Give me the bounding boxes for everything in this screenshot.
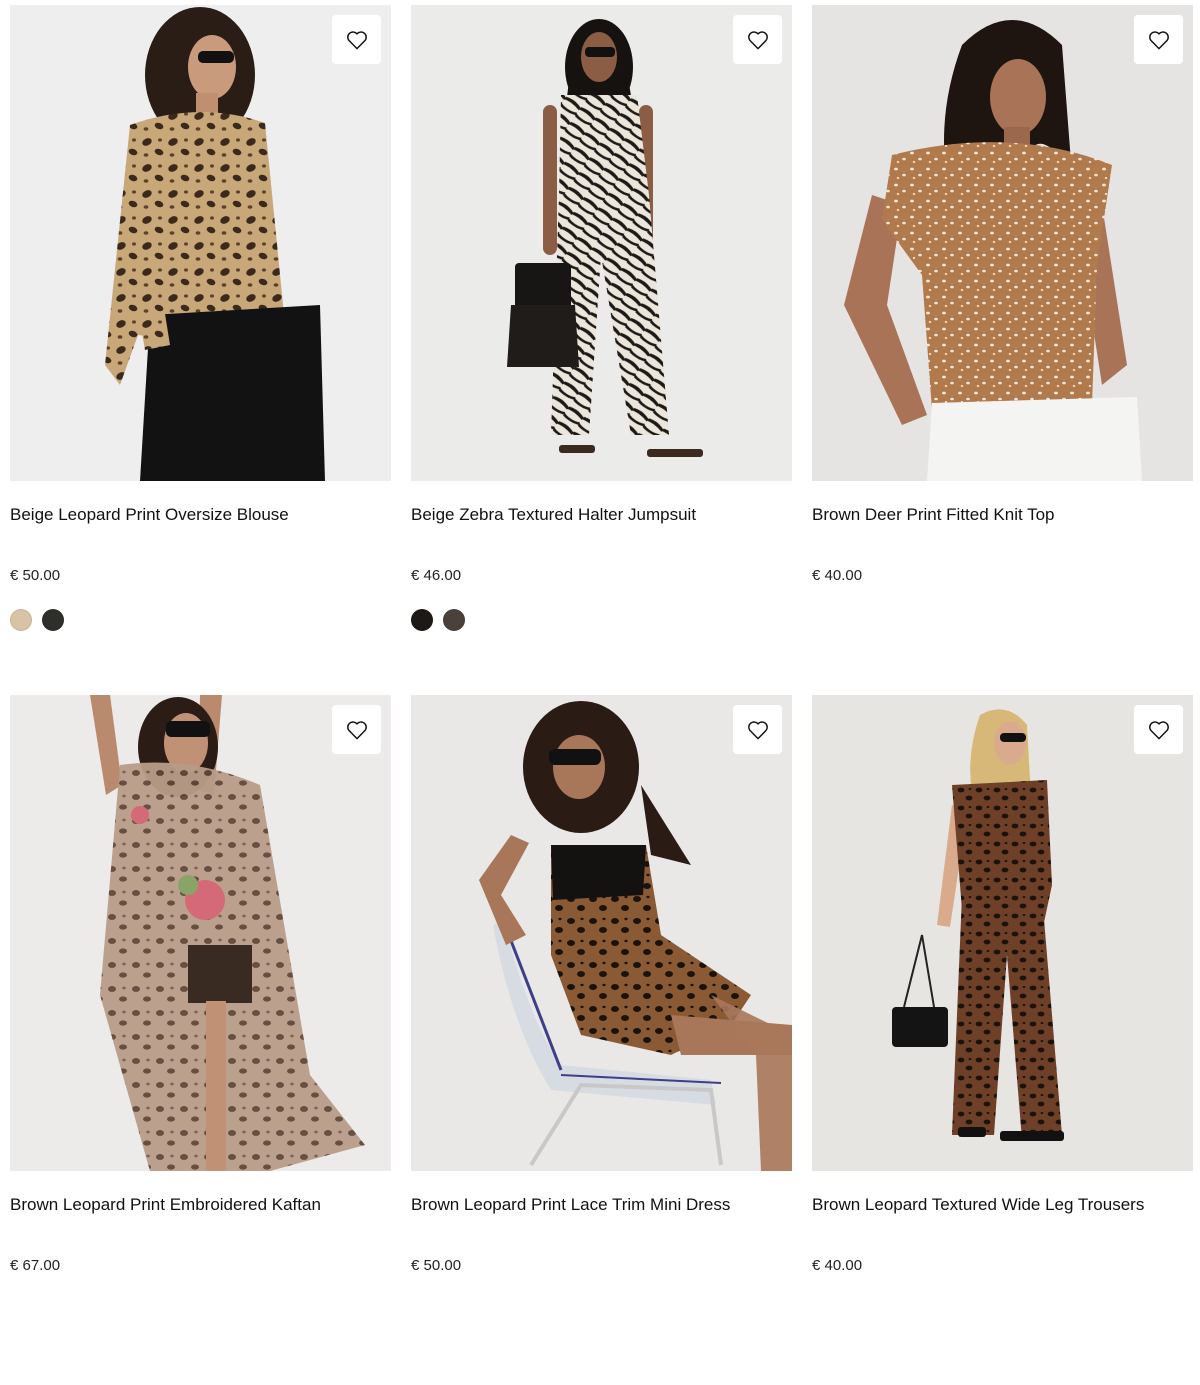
product-photo — [10, 5, 391, 481]
product-price: € 67.00 — [10, 1257, 61, 1274]
product-image[interactable] — [411, 695, 792, 1171]
product-image[interactable] — [812, 695, 1193, 1171]
product-title[interactable]: Brown Deer Print Fitted Knit Top — [812, 505, 1055, 525]
color-swatch[interactable] — [42, 609, 64, 631]
wishlist-button[interactable] — [733, 705, 782, 754]
wishlist-button[interactable] — [1134, 705, 1183, 754]
product-price: € 40.00 — [812, 1257, 863, 1274]
product-price: € 50.00 — [10, 567, 61, 584]
product-card: Brown Leopard Print Lace Trim Mini Dress… — [411, 695, 792, 1385]
color-swatch[interactable] — [10, 609, 32, 631]
product-title[interactable]: Beige Zebra Textured Halter Jumpsuit — [411, 505, 696, 525]
heart-outline-icon — [346, 30, 367, 49]
wishlist-button[interactable] — [733, 15, 782, 64]
heart-outline-icon — [346, 720, 367, 739]
product-title[interactable]: Brown Leopard Print Embroidered Kaftan — [10, 1195, 321, 1215]
product-photo — [411, 5, 792, 481]
product-price: € 50.00 — [411, 1257, 462, 1274]
product-card: Brown Deer Print Fitted Knit Top € 40.00 — [812, 5, 1193, 695]
product-price: € 46.00 — [411, 567, 462, 584]
product-photo — [411, 695, 792, 1171]
product-price: € 40.00 — [812, 567, 863, 584]
color-swatch[interactable] — [443, 609, 465, 631]
product-card: Beige Leopard Print Oversize Blouse € 50… — [10, 5, 391, 695]
heart-outline-icon — [1148, 720, 1169, 739]
product-image[interactable] — [812, 5, 1193, 481]
color-swatch[interactable] — [411, 609, 433, 631]
wishlist-button[interactable] — [332, 15, 381, 64]
product-title[interactable]: Brown Leopard Textured Wide Leg Trousers — [812, 1195, 1144, 1215]
heart-outline-icon — [747, 720, 768, 739]
product-title[interactable]: Brown Leopard Print Lace Trim Mini Dress — [411, 1195, 730, 1215]
heart-outline-icon — [1148, 30, 1169, 49]
product-card: Brown Leopard Print Embroidered Kaftan €… — [10, 695, 391, 1385]
product-grid: Beige Leopard Print Oversize Blouse € 50… — [10, 5, 1194, 1385]
product-card: Brown Leopard Textured Wide Leg Trousers… — [812, 695, 1193, 1385]
product-photo — [812, 695, 1193, 1171]
product-image[interactable] — [10, 5, 391, 481]
product-title[interactable]: Beige Leopard Print Oversize Blouse — [10, 505, 289, 525]
product-photo — [10, 695, 391, 1171]
product-photo — [812, 5, 1193, 481]
wishlist-button[interactable] — [332, 705, 381, 754]
product-image[interactable] — [10, 695, 391, 1171]
wishlist-button[interactable] — [1134, 15, 1183, 64]
color-swatches — [10, 609, 64, 631]
product-card: Beige Zebra Textured Halter Jumpsuit € 4… — [411, 5, 792, 695]
color-swatches — [411, 609, 465, 631]
heart-outline-icon — [747, 30, 768, 49]
product-image[interactable] — [411, 5, 792, 481]
